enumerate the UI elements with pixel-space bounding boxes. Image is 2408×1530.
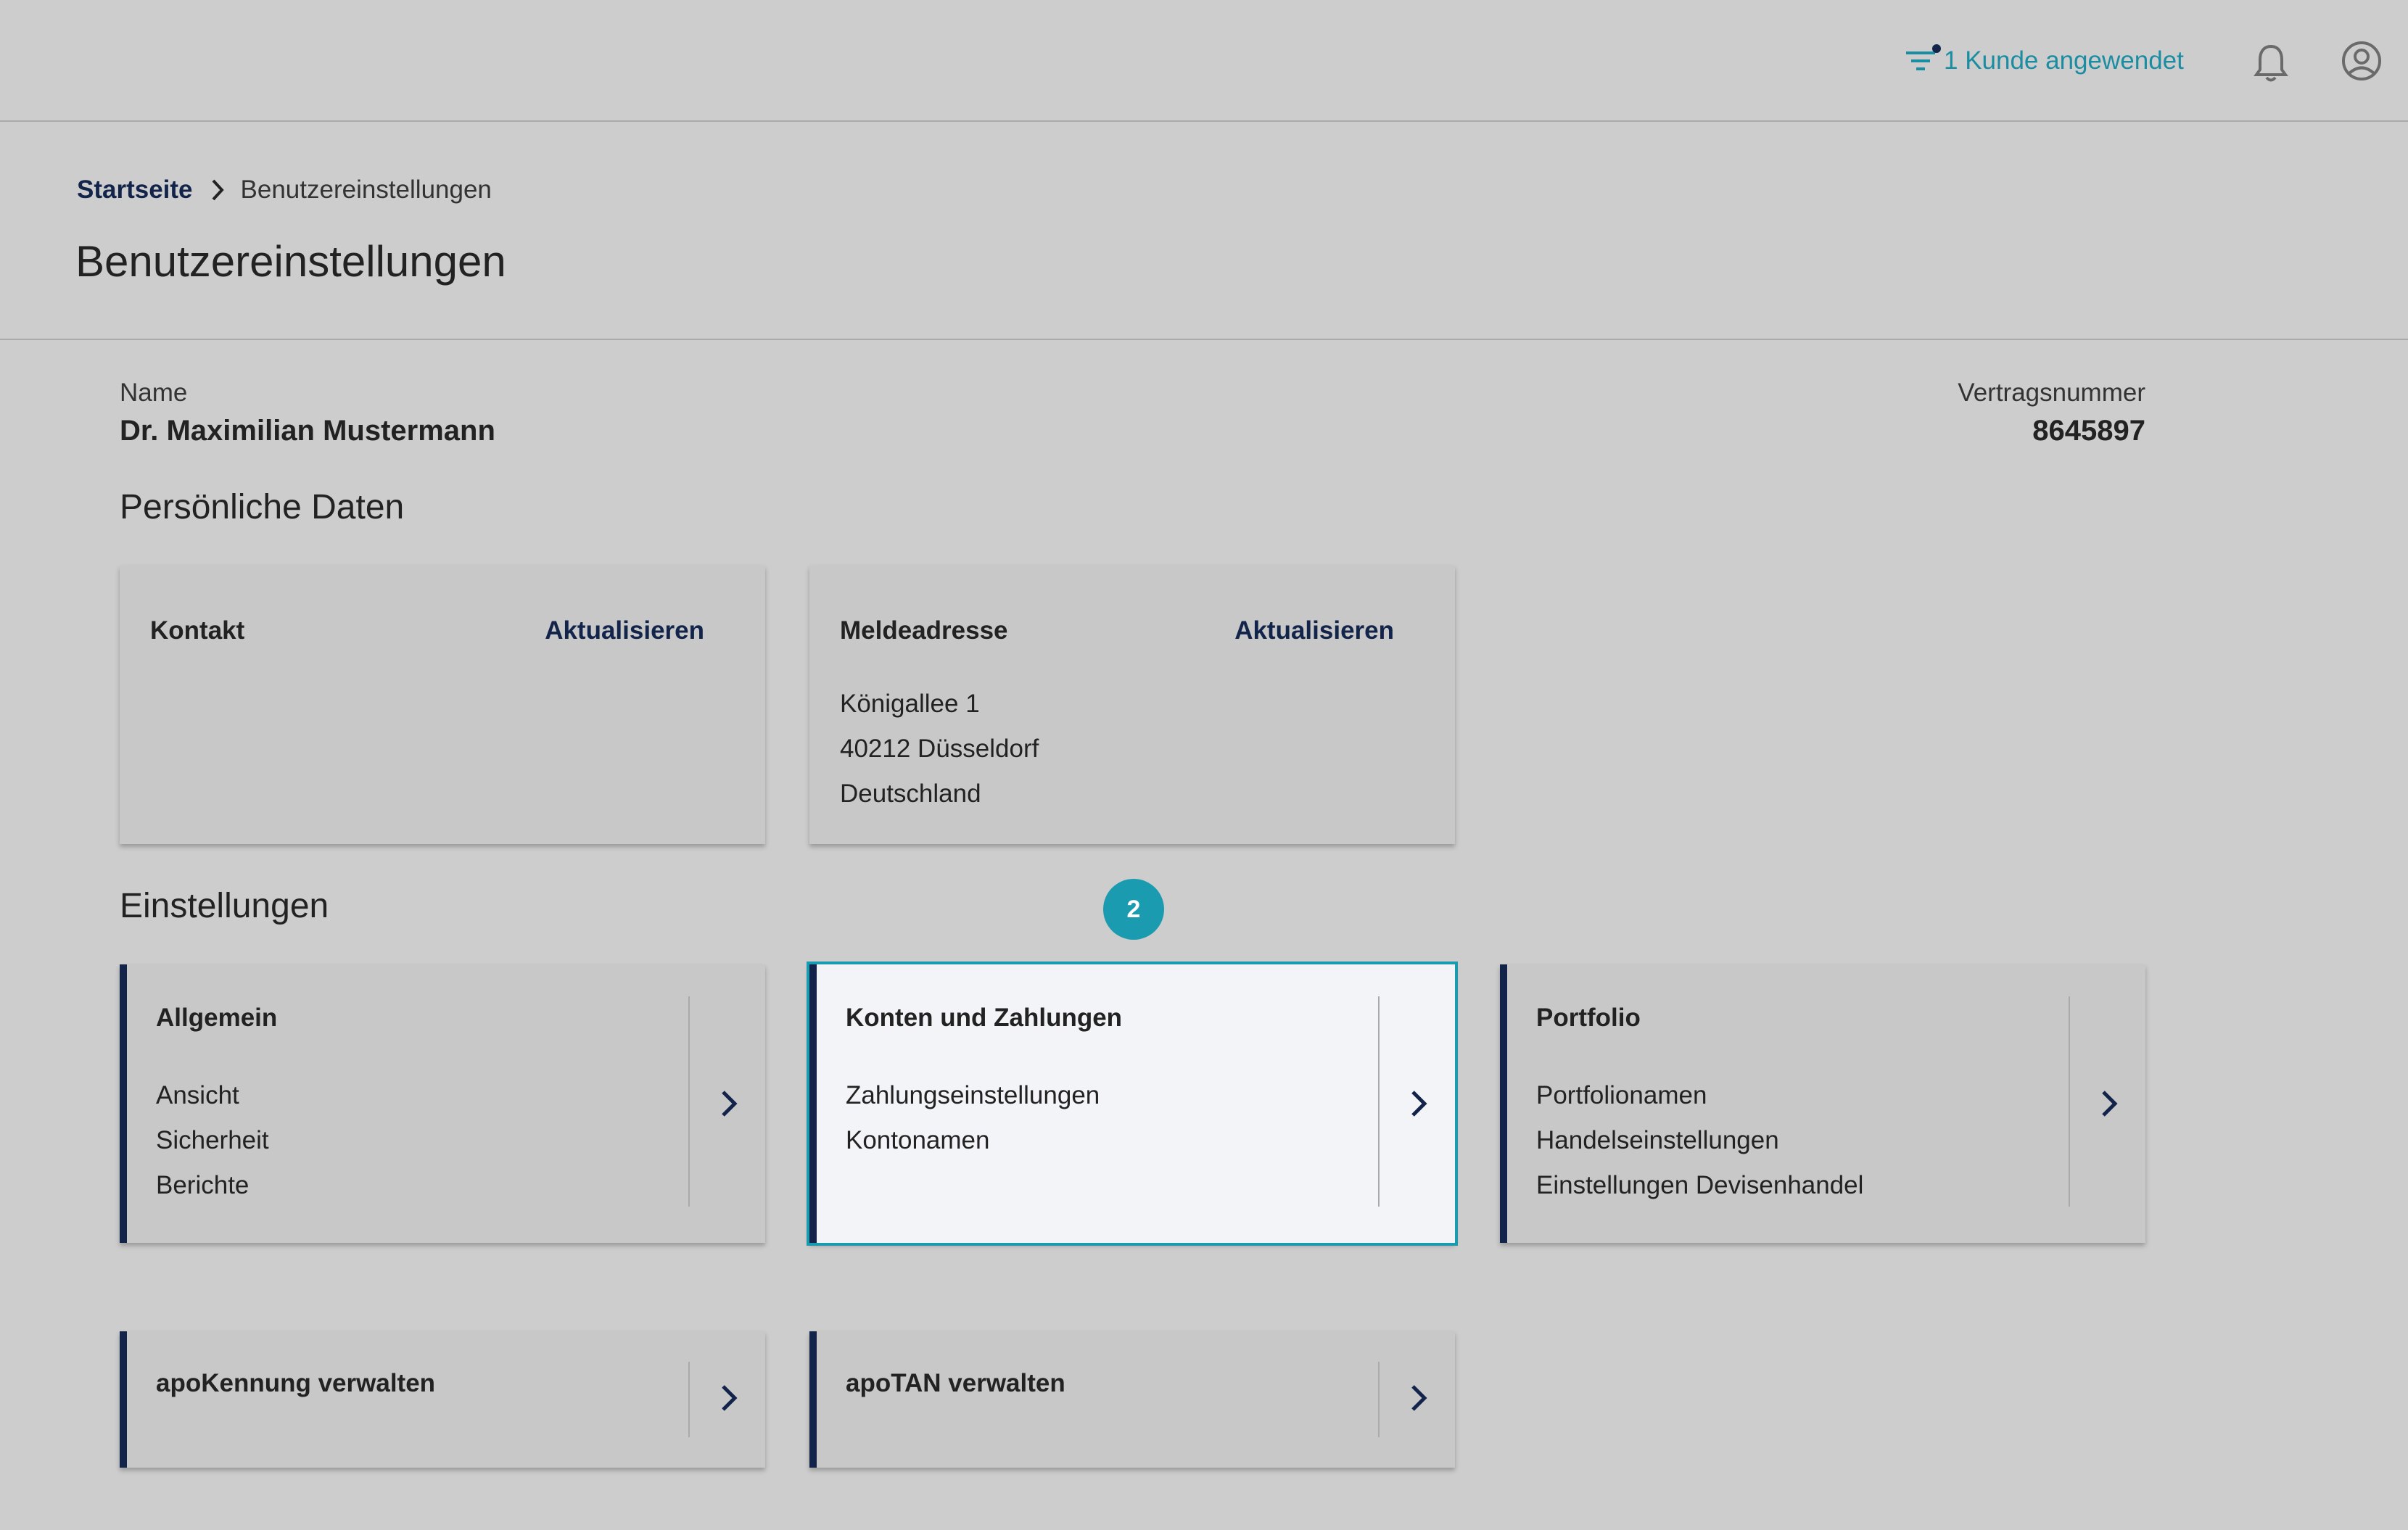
contact-update-link[interactable]: Aktualisieren <box>545 616 704 645</box>
address-line: 40212 Düsseldorf <box>840 735 1039 763</box>
filter-label: 1 Kunde angewendet <box>1944 46 2184 75</box>
card-separator <box>1378 996 1380 1207</box>
page-title: Benutzereinstellungen <box>75 237 506 286</box>
divider <box>0 339 2408 340</box>
bell-icon[interactable] <box>2253 42 2289 84</box>
card-separator <box>688 996 690 1207</box>
address-card-title: Meldeadresse <box>840 616 1008 645</box>
settings-card-title: Portfolio <box>1536 1004 1641 1032</box>
customer-filter[interactable]: 1 Kunde angewendet <box>1905 39 2184 83</box>
address-line: Deutschland <box>840 780 981 808</box>
settings-item: Ansicht <box>156 1081 239 1109</box>
breadcrumb-home-link[interactable]: Startseite <box>77 175 193 204</box>
apokennung-card-title: apoKennung verwalten <box>156 1369 436 1397</box>
apotan-card-title: apoTAN verwalten <box>846 1369 1065 1397</box>
chevron-right-icon[interactable] <box>2099 1089 2119 1118</box>
settings-item: Sicherheit <box>156 1126 269 1154</box>
chevron-right-icon <box>210 178 225 202</box>
chevron-right-icon[interactable] <box>1409 1089 1429 1118</box>
contract-label: Vertragsnummer <box>1958 379 2145 407</box>
filter-icon <box>1906 44 1941 70</box>
name-label: Name <box>120 379 188 407</box>
settings-card-accounts[interactable]: Konten und Zahlungen Zahlungseinstellung… <box>807 962 1458 1246</box>
contract-number: 8645897 <box>2032 415 2145 447</box>
contact-card-title: Kontakt <box>150 616 245 645</box>
apokennung-card[interactable]: apoKennung verwalten <box>120 1331 765 1468</box>
card-separator <box>1378 1362 1380 1437</box>
settings-card-title: Konten und Zahlungen <box>846 1004 1123 1032</box>
apotan-card[interactable]: apoTAN verwalten <box>809 1331 1455 1468</box>
chevron-right-icon[interactable] <box>719 1089 739 1118</box>
breadcrumb: Startseite Benutzereinstellungen <box>77 173 492 207</box>
step-badge: 2 <box>1103 879 1164 940</box>
settings-card-title: Allgemein <box>156 1004 278 1032</box>
settings-item: Handelseinstellungen <box>1536 1126 1779 1154</box>
settings-item: Berichte <box>156 1171 250 1199</box>
top-bar: 1 Kunde angewendet <box>0 0 2408 122</box>
settings-item: Einstellungen Devisenhandel <box>1536 1171 1864 1199</box>
personal-data-title: Persönliche Daten <box>120 488 405 526</box>
card-separator <box>2069 996 2070 1207</box>
settings-item: Kontonamen <box>846 1126 990 1154</box>
card-separator <box>688 1362 690 1437</box>
contact-card: Kontakt Aktualisieren <box>120 566 765 844</box>
settings-card-portfolio[interactable]: Portfolio Portfolionamen Handelseinstell… <box>1500 964 2145 1243</box>
settings-item: Portfolionamen <box>1536 1081 1707 1109</box>
address-line: Königallee 1 <box>840 690 980 718</box>
settings-card-general[interactable]: Allgemein Ansicht Sicherheit Berichte <box>120 964 765 1243</box>
settings-item: Zahlungseinstellungen <box>846 1081 1100 1109</box>
user-icon[interactable] <box>2340 39 2383 83</box>
settings-title: Einstellungen <box>120 887 329 925</box>
breadcrumb-current: Benutzereinstellungen <box>240 175 492 204</box>
chevron-right-icon[interactable] <box>1409 1384 1429 1413</box>
address-update-link[interactable]: Aktualisieren <box>1234 616 1394 645</box>
address-card: Meldeadresse Aktualisieren Königallee 1 … <box>809 566 1455 844</box>
user-name: Dr. Maximilian Mustermann <box>120 415 495 447</box>
chevron-right-icon[interactable] <box>719 1384 739 1413</box>
